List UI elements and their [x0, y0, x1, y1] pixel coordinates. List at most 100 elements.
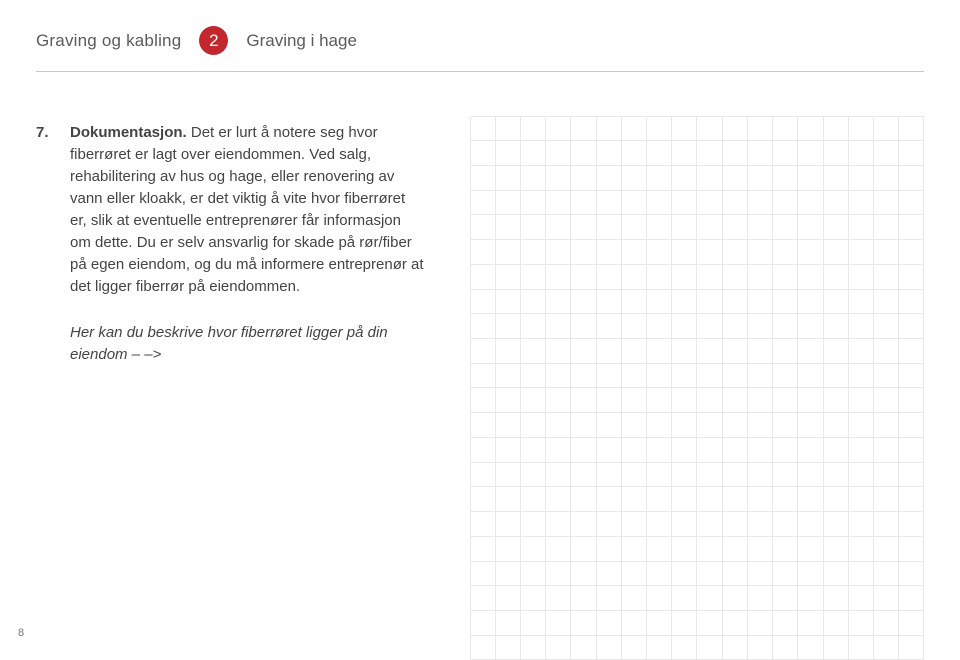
- grid-cell[interactable]: [596, 486, 622, 512]
- grid-cell[interactable]: [772, 387, 798, 413]
- grid-cell[interactable]: [621, 239, 647, 265]
- grid-cell[interactable]: [470, 116, 496, 142]
- grid-cell[interactable]: [671, 585, 697, 611]
- grid-cell[interactable]: [873, 264, 899, 290]
- grid-cell[interactable]: [898, 338, 924, 364]
- grid-cell[interactable]: [873, 536, 899, 562]
- grid-cell[interactable]: [696, 239, 722, 265]
- grid-cell[interactable]: [722, 462, 748, 488]
- grid-cell[interactable]: [646, 239, 672, 265]
- grid-cell[interactable]: [495, 511, 521, 537]
- grid-cell[interactable]: [470, 561, 496, 587]
- grid-cell[interactable]: [797, 338, 823, 364]
- grid-cell[interactable]: [772, 116, 798, 142]
- grid-cell[interactable]: [898, 190, 924, 216]
- grid-cell[interactable]: [596, 437, 622, 463]
- grid-cell[interactable]: [545, 561, 571, 587]
- grid-cell[interactable]: [596, 561, 622, 587]
- grid-cell[interactable]: [797, 313, 823, 339]
- grid-cell[interactable]: [823, 363, 849, 389]
- grid-cell[interactable]: [848, 116, 874, 142]
- grid-cell[interactable]: [722, 239, 748, 265]
- grid-cell[interactable]: [520, 264, 546, 290]
- grid-cell[interactable]: [545, 264, 571, 290]
- grid-cell[interactable]: [696, 140, 722, 166]
- grid-cell[interactable]: [747, 635, 773, 660]
- grid-cell[interactable]: [873, 214, 899, 240]
- grid-cell[interactable]: [823, 140, 849, 166]
- grid-cell[interactable]: [722, 486, 748, 512]
- grid-cell[interactable]: [873, 165, 899, 191]
- grid-cell[interactable]: [772, 190, 798, 216]
- grid-cell[interactable]: [772, 239, 798, 265]
- grid-cell[interactable]: [747, 585, 773, 611]
- grid-cell[interactable]: [747, 511, 773, 537]
- grid-cell[interactable]: [898, 635, 924, 660]
- grid-cell[interactable]: [873, 635, 899, 660]
- grid-cell[interactable]: [646, 264, 672, 290]
- grid-cell[interactable]: [646, 140, 672, 166]
- grid-cell[interactable]: [470, 264, 496, 290]
- grid-cell[interactable]: [646, 561, 672, 587]
- grid-cell[interactable]: [596, 635, 622, 660]
- grid-cell[interactable]: [747, 239, 773, 265]
- grid-cell[interactable]: [873, 239, 899, 265]
- grid-cell[interactable]: [646, 437, 672, 463]
- grid-cell[interactable]: [495, 214, 521, 240]
- grid-cell[interactable]: [772, 214, 798, 240]
- grid-cell[interactable]: [722, 264, 748, 290]
- grid-cell[interactable]: [520, 561, 546, 587]
- grid-cell[interactable]: [545, 486, 571, 512]
- grid-cell[interactable]: [823, 486, 849, 512]
- grid-cell[interactable]: [570, 486, 596, 512]
- grid-cell[interactable]: [722, 561, 748, 587]
- grid-cell[interactable]: [873, 610, 899, 636]
- grid-cell[interactable]: [722, 116, 748, 142]
- grid-cell[interactable]: [772, 462, 798, 488]
- grid-cell[interactable]: [671, 165, 697, 191]
- grid-cell[interactable]: [545, 387, 571, 413]
- grid-cell[interactable]: [747, 437, 773, 463]
- grid-cell[interactable]: [520, 165, 546, 191]
- grid-cell[interactable]: [671, 313, 697, 339]
- grid-cell[interactable]: [696, 536, 722, 562]
- grid-cell[interactable]: [495, 437, 521, 463]
- grid-cell[interactable]: [495, 536, 521, 562]
- grid-cell[interactable]: [621, 387, 647, 413]
- grid-cell[interactable]: [873, 561, 899, 587]
- grid-cell[interactable]: [898, 462, 924, 488]
- grid-cell[interactable]: [621, 511, 647, 537]
- grid-cell[interactable]: [898, 264, 924, 290]
- grid-cell[interactable]: [545, 289, 571, 315]
- grid-cell[interactable]: [470, 140, 496, 166]
- grid-cell[interactable]: [873, 412, 899, 438]
- grid-cell[interactable]: [470, 338, 496, 364]
- grid-cell[interactable]: [671, 239, 697, 265]
- grid-cell[interactable]: [671, 536, 697, 562]
- grid-cell[interactable]: [621, 610, 647, 636]
- grid-cell[interactable]: [772, 561, 798, 587]
- grid-cell[interactable]: [520, 610, 546, 636]
- grid-cell[interactable]: [621, 264, 647, 290]
- grid-cell[interactable]: [772, 313, 798, 339]
- grid-cell[interactable]: [545, 610, 571, 636]
- grid-cell[interactable]: [646, 313, 672, 339]
- grid-cell[interactable]: [696, 338, 722, 364]
- grid-cell[interactable]: [621, 140, 647, 166]
- grid-cell[interactable]: [722, 214, 748, 240]
- grid-cell[interactable]: [873, 462, 899, 488]
- grid-cell[interactable]: [646, 363, 672, 389]
- grid-cell[interactable]: [520, 214, 546, 240]
- grid-cell[interactable]: [873, 289, 899, 315]
- grid-cell[interactable]: [823, 585, 849, 611]
- grid-cell[interactable]: [898, 387, 924, 413]
- grid-cell[interactable]: [848, 239, 874, 265]
- grid-cell[interactable]: [495, 412, 521, 438]
- grid-cell[interactable]: [671, 511, 697, 537]
- grid-cell[interactable]: [596, 610, 622, 636]
- grid-cell[interactable]: [823, 239, 849, 265]
- grid-cell[interactable]: [747, 289, 773, 315]
- grid-cell[interactable]: [570, 190, 596, 216]
- grid-cell[interactable]: [646, 511, 672, 537]
- grid-cell[interactable]: [772, 165, 798, 191]
